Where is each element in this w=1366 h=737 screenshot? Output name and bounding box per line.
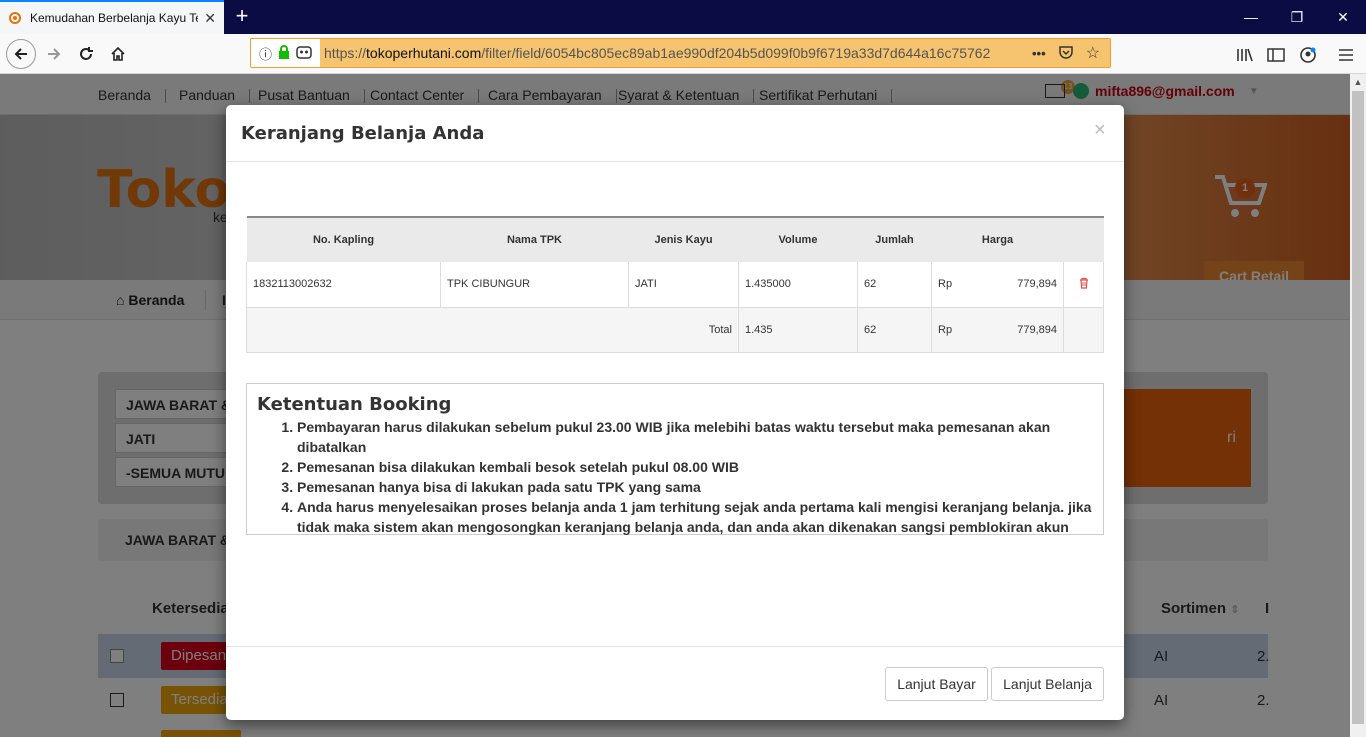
delete-item-icon[interactable]: [1063, 262, 1104, 308]
cell-jenis-kayu: JATI: [628, 262, 739, 308]
browser-nav-bar: ⓘ https://tokoperhutani.com/filter/field…: [0, 34, 1366, 74]
cart-table: No. Kapling Nama TPK Jenis Kayu Volume J…: [246, 216, 1104, 353]
cell-harga: 779,894: [971, 262, 1064, 308]
forward-icon[interactable]: [40, 40, 68, 68]
cart-total-row: Total 1.435 62 Rp 779,894: [246, 307, 1104, 353]
booking-terms: Ketentuan Booking Pembayaran harus dilak…: [246, 383, 1104, 535]
total-volume: 1.435: [738, 307, 858, 353]
lock-icon[interactable]: [278, 44, 290, 62]
library-icon[interactable]: [1234, 44, 1256, 66]
total-harga: 779,894: [971, 307, 1064, 353]
col-volume: Volume: [738, 217, 858, 262]
scroll-up-icon[interactable]: ▲: [1350, 74, 1366, 90]
lanjut-bayar-button[interactable]: Lanjut Bayar: [885, 667, 988, 701]
col-action: [1063, 217, 1104, 262]
modal-title: Keranjang Belanja Anda: [241, 123, 485, 144]
cart-row: 1832113002632 TPK CIBUNGUR JATI 1.435000…: [246, 262, 1104, 308]
cell-nama-tpk: TPK CIBUNGUR: [440, 262, 629, 308]
cell-jumlah: 62: [857, 262, 932, 308]
terms-item: Anda harus menyelesaikan proses belanja …: [297, 497, 1093, 537]
cell-volume: 1.435000: [738, 262, 858, 308]
url-text[interactable]: https://tokoperhutani.com/filter/field/6…: [320, 39, 1022, 67]
total-label: Total: [246, 307, 739, 353]
info-icon[interactable]: ⓘ: [259, 44, 272, 63]
pocket-icon[interactable]: [1058, 44, 1074, 63]
tab-close-icon[interactable]: ✕: [204, 10, 216, 27]
page-scrollbar[interactable]: ▲: [1350, 74, 1366, 737]
home-icon[interactable]: [104, 40, 132, 68]
total-jumlah: 62: [857, 307, 932, 353]
menu-icon[interactable]: [1335, 44, 1357, 66]
total-currency: Rp: [931, 307, 972, 353]
cell-currency: Rp: [931, 262, 972, 308]
new-tab-button[interactable]: +: [230, 4, 254, 30]
page-actions-icon[interactable]: •••: [1032, 46, 1046, 61]
back-icon[interactable]: [6, 39, 36, 69]
col-jenis-kayu: Jenis Kayu: [628, 217, 739, 262]
terms-item: Pembayaran harus dilakukan sebelum pukul…: [297, 417, 1093, 457]
scroll-thumb[interactable]: [1352, 91, 1364, 724]
sidebar-icon[interactable]: [1265, 44, 1287, 66]
cart-modal: Keranjang Belanja Anda × No. Kapling Nam…: [226, 105, 1124, 720]
reload-icon[interactable]: [72, 40, 100, 68]
cell-no-kapling: 1832113002632: [246, 262, 441, 308]
tracking-icon[interactable]: [296, 45, 312, 62]
tab-title: Kemudahan Berbelanja Kayu Te: [30, 11, 199, 25]
terms-item: Pemesanan hanya bisa di lakukan pada sat…: [297, 477, 1093, 497]
favicon-icon: [8, 11, 22, 25]
col-nama-tpk: Nama TPK: [440, 217, 629, 262]
window-close-icon[interactable]: ✕: [1320, 0, 1366, 34]
lanjut-belanja-button[interactable]: Lanjut Belanja: [991, 667, 1104, 701]
booking-terms-list: Pembayaran harus dilakukan sebelum pukul…: [297, 417, 1093, 537]
browser-tab[interactable]: Kemudahan Berbelanja Kayu Te ✕: [0, 0, 224, 34]
modal-header: Keranjang Belanja Anda ×: [226, 105, 1124, 162]
restore-icon[interactable]: ❐: [1274, 0, 1320, 34]
booking-terms-title: Ketentuan Booking: [257, 394, 452, 415]
col-no-kapling: No. Kapling: [246, 217, 441, 262]
minimize-icon[interactable]: —: [1228, 0, 1274, 34]
modal-footer: Lanjut Bayar Lanjut Belanja: [226, 646, 1124, 720]
col-jumlah: Jumlah: [857, 217, 932, 262]
bookmark-star-icon[interactable]: ☆: [1086, 43, 1100, 63]
browser-tab-bar: Kemudahan Berbelanja Kayu Te ✕ + — ❐ ✕: [0, 0, 1366, 34]
url-bar[interactable]: ⓘ https://tokoperhutani.com/filter/field…: [250, 38, 1111, 68]
modal-close-icon[interactable]: ×: [1094, 119, 1106, 142]
col-harga: Harga: [931, 217, 1064, 262]
terms-item: Pemesanan bisa dilakukan kembali besok s…: [297, 457, 1093, 477]
account-icon[interactable]: [1297, 44, 1319, 66]
cart-table-header: No. Kapling Nama TPK Jenis Kayu Volume J…: [246, 217, 1104, 262]
